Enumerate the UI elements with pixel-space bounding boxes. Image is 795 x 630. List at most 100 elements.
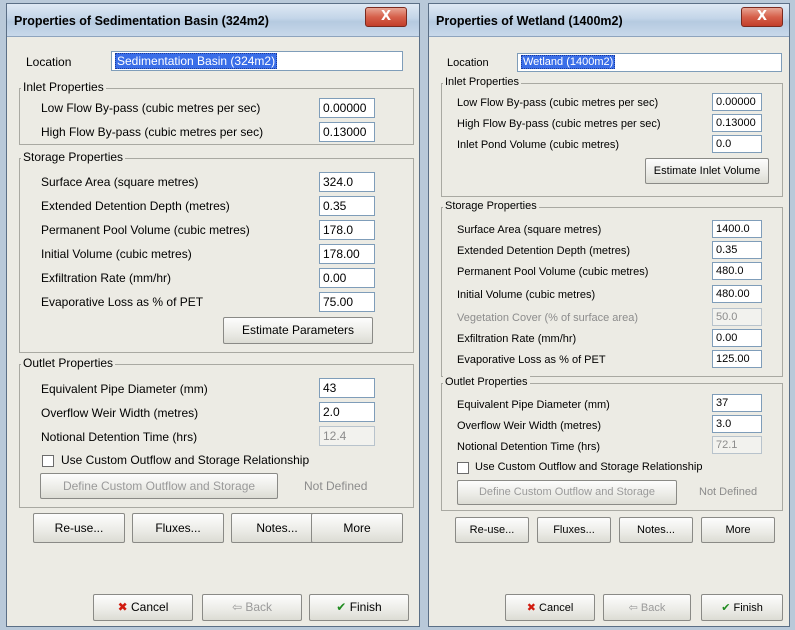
more-button[interactable]: More [311, 513, 403, 543]
outlet-properties-legend: Outlet Properties [443, 376, 530, 388]
extended-detention-depth-input[interactable]: 0.35 [319, 196, 375, 216]
finish-button[interactable]: ✔ Finish [701, 594, 783, 621]
location-label: Location [26, 55, 72, 69]
estimate-inlet-volume-button[interactable]: Estimate Inlet Volume [645, 158, 769, 184]
cancel-label: Cancel [131, 600, 169, 614]
more-button[interactable]: More [701, 517, 775, 543]
notes-button[interactable]: Notes... [231, 513, 323, 543]
exfiltration-rate-input[interactable]: 0.00 [319, 268, 375, 288]
finish-check-icon: ✔ [336, 600, 347, 614]
title-bar: Properties of Wetland (1400m2) X [429, 4, 789, 37]
finish-label: Finish [349, 600, 382, 614]
cancel-button[interactable]: ✖ Cancel [93, 594, 193, 621]
sedimentation-basin-dialog: Properties of Sedimentation Basin (324m2… [6, 3, 420, 627]
initial-volume-label: Initial Volume (cubic metres) [41, 247, 192, 261]
not-defined-status: Not Defined [699, 486, 758, 498]
finish-label: Finish [733, 602, 763, 614]
detention-time-input: 72.1 [712, 436, 762, 454]
low-flow-bypass-input[interactable]: 0.00000 [319, 98, 375, 118]
pipe-diameter-label: Equivalent Pipe Diameter (mm) [41, 382, 208, 396]
dialog-body: Location Sedimentation Basin (324m2) Inl… [11, 37, 415, 622]
initial-volume-input[interactable]: 480.00 [712, 285, 762, 303]
high-flow-bypass-label: High Flow By-pass (cubic metres per sec) [41, 125, 264, 139]
title-bar: Properties of Sedimentation Basin (324m2… [7, 4, 419, 37]
location-value: Sedimentation Basin (324m2) [115, 53, 278, 69]
location-value: Wetland (1400m2) [521, 55, 616, 69]
close-button[interactable]: X [365, 7, 407, 27]
finish-check-icon: ✔ [721, 601, 731, 614]
storage-properties-legend: Storage Properties [443, 200, 539, 212]
evaporative-loss-label: Evaporative Loss as % of PET [41, 295, 204, 309]
initial-volume-input[interactable]: 178.00 [319, 244, 375, 264]
low-flow-bypass-input[interactable]: 0.00000 [712, 93, 762, 111]
surface-area-input[interactable]: 1400.0 [712, 220, 762, 238]
exfiltration-rate-label: Exfiltration Rate (mm/hr) [457, 333, 577, 345]
weir-width-input[interactable]: 2.0 [319, 402, 375, 422]
back-button[interactable]: ⇦ Back [202, 594, 302, 621]
not-defined-status: Not Defined [304, 479, 368, 493]
close-button[interactable]: X [741, 7, 783, 27]
wetland-dialog: Properties of Wetland (1400m2) X Locatio… [428, 3, 790, 627]
evaporative-loss-label: Evaporative Loss as % of PET [457, 354, 606, 366]
surface-area-label: Surface Area (square metres) [457, 224, 602, 236]
weir-width-input[interactable]: 3.0 [712, 415, 762, 433]
define-custom-outflow-button[interactable]: Define Custom Outflow and Storage [457, 480, 677, 505]
extended-detention-depth-label: Extended Detention Depth (metres) [457, 245, 631, 257]
vegetation-cover-label: Vegetation Cover (% of surface area) [457, 312, 638, 324]
permanent-pool-volume-input[interactable]: 178.0 [319, 220, 375, 240]
high-flow-bypass-label: High Flow By-pass (cubic metres per sec) [457, 118, 661, 130]
cancel-x-icon: ✖ [526, 601, 536, 614]
dialog-title: Properties of Wetland (1400m2) [436, 14, 623, 28]
inlet-properties-legend: Inlet Properties [443, 76, 521, 88]
pipe-diameter-input[interactable]: 43 [319, 378, 375, 398]
location-label: Location [447, 57, 489, 69]
weir-width-label: Overflow Weir Width (metres) [41, 406, 199, 420]
extended-detention-depth-input[interactable]: 0.35 [712, 241, 762, 259]
define-custom-outflow-button[interactable]: Define Custom Outflow and Storage [40, 473, 278, 499]
pipe-diameter-label: Equivalent Pipe Diameter (mm) [457, 399, 610, 411]
evaporative-loss-input[interactable]: 75.00 [319, 292, 375, 312]
high-flow-bypass-input[interactable]: 0.13000 [319, 122, 375, 142]
fluxes-button[interactable]: Fluxes... [132, 513, 224, 543]
exfiltration-rate-input[interactable]: 0.00 [712, 329, 762, 347]
permanent-pool-volume-label: Permanent Pool Volume (cubic metres) [457, 266, 649, 278]
outlet-properties-legend: Outlet Properties [21, 356, 116, 370]
inlet-properties-legend: Inlet Properties [21, 80, 106, 94]
dialog-body: Location Wetland (1400m2) Inlet Properti… [433, 37, 785, 622]
high-flow-bypass-input[interactable]: 0.13000 [712, 114, 762, 132]
custom-outflow-checkbox[interactable] [42, 455, 54, 467]
fluxes-button[interactable]: Fluxes... [537, 517, 611, 543]
location-input[interactable]: Wetland (1400m2) [517, 53, 782, 72]
evaporative-loss-input[interactable]: 125.00 [712, 350, 762, 368]
exfiltration-rate-label: Exfiltration Rate (mm/hr) [41, 271, 172, 285]
low-flow-bypass-label: Low Flow By-pass (cubic metres per sec) [457, 97, 659, 109]
permanent-pool-volume-input[interactable]: 480.0 [712, 262, 762, 280]
detention-time-input: 12.4 [319, 426, 375, 446]
permanent-pool-volume-label: Permanent Pool Volume (cubic metres) [41, 223, 250, 237]
cancel-x-icon: ✖ [117, 600, 128, 614]
initial-volume-label: Initial Volume (cubic metres) [457, 289, 596, 301]
reuse-button[interactable]: Re-use... [455, 517, 529, 543]
notes-button[interactable]: Notes... [619, 517, 693, 543]
back-button[interactable]: ⇦ Back [603, 594, 691, 621]
estimate-parameters-button[interactable]: Estimate Parameters [223, 317, 373, 344]
custom-outflow-checkbox[interactable] [457, 462, 469, 474]
pipe-diameter-input[interactable]: 37 [712, 394, 762, 412]
inlet-pond-volume-label: Inlet Pond Volume (cubic metres) [457, 139, 620, 151]
custom-outflow-label: Use Custom Outflow and Storage Relations… [61, 453, 310, 467]
back-label: Back [640, 602, 666, 614]
back-arrow-icon: ⇦ [231, 600, 243, 614]
detention-time-label: Notional Detention Time (hrs) [41, 430, 198, 444]
low-flow-bypass-label: Low Flow By-pass (cubic metres per sec) [41, 101, 261, 115]
location-input[interactable]: Sedimentation Basin (324m2) [111, 51, 403, 71]
surface-area-input[interactable]: 324.0 [319, 172, 375, 192]
cancel-label: Cancel [539, 602, 574, 614]
weir-width-label: Overflow Weir Width (metres) [457, 420, 602, 432]
vegetation-cover-input: 50.0 [712, 308, 762, 326]
reuse-button[interactable]: Re-use... [33, 513, 125, 543]
inlet-pond-volume-input[interactable]: 0.0 [712, 135, 762, 153]
finish-button[interactable]: ✔ Finish [309, 594, 409, 621]
storage-properties-legend: Storage Properties [21, 150, 126, 164]
cancel-button[interactable]: ✖ Cancel [505, 594, 595, 621]
surface-area-label: Surface Area (square metres) [41, 175, 199, 189]
